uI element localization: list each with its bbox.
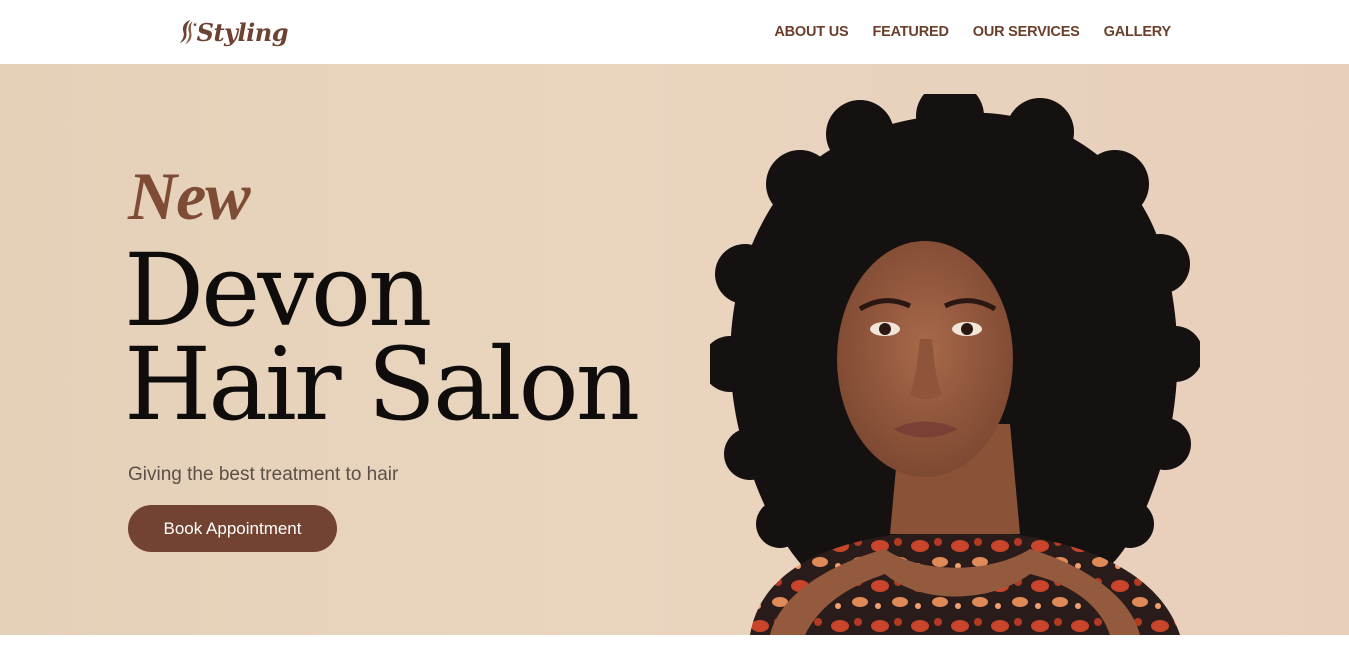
- nav-gallery[interactable]: GALLERY: [1104, 24, 1172, 40]
- hero-section: New Devon Hair Salon Giving the best tre…: [0, 64, 1349, 635]
- model-portrait-image: [710, 94, 1200, 635]
- hero-eyebrow: New: [128, 158, 251, 234]
- logo-text: Styling: [196, 17, 289, 47]
- hero-title-line-2: Hair Salon: [124, 326, 640, 443]
- hero-subtitle: Giving the best treatment to hair: [128, 464, 399, 485]
- nav-featured[interactable]: FEATURED: [872, 24, 948, 40]
- hero-title-line-1: Devon: [124, 232, 432, 349]
- nav-about-us[interactable]: ABOUT US: [774, 24, 848, 40]
- book-appointment-button[interactable]: Book Appointment: [128, 505, 337, 552]
- nav-our-services[interactable]: OUR SERVICES: [973, 24, 1080, 40]
- bottom-white-strip: [0, 635, 1349, 648]
- hero-title: Devon Hair Salon: [124, 232, 684, 443]
- main-nav: ABOUT US FEATURED OUR SERVICES GALLERY: [774, 0, 1171, 64]
- woman-silhouette-logo-icon: [179, 19, 197, 45]
- top-navbar: Styling ABOUT US FEATURED OUR SERVICES G…: [0, 0, 1349, 64]
- brand-logo[interactable]: Styling: [178, 9, 289, 55]
